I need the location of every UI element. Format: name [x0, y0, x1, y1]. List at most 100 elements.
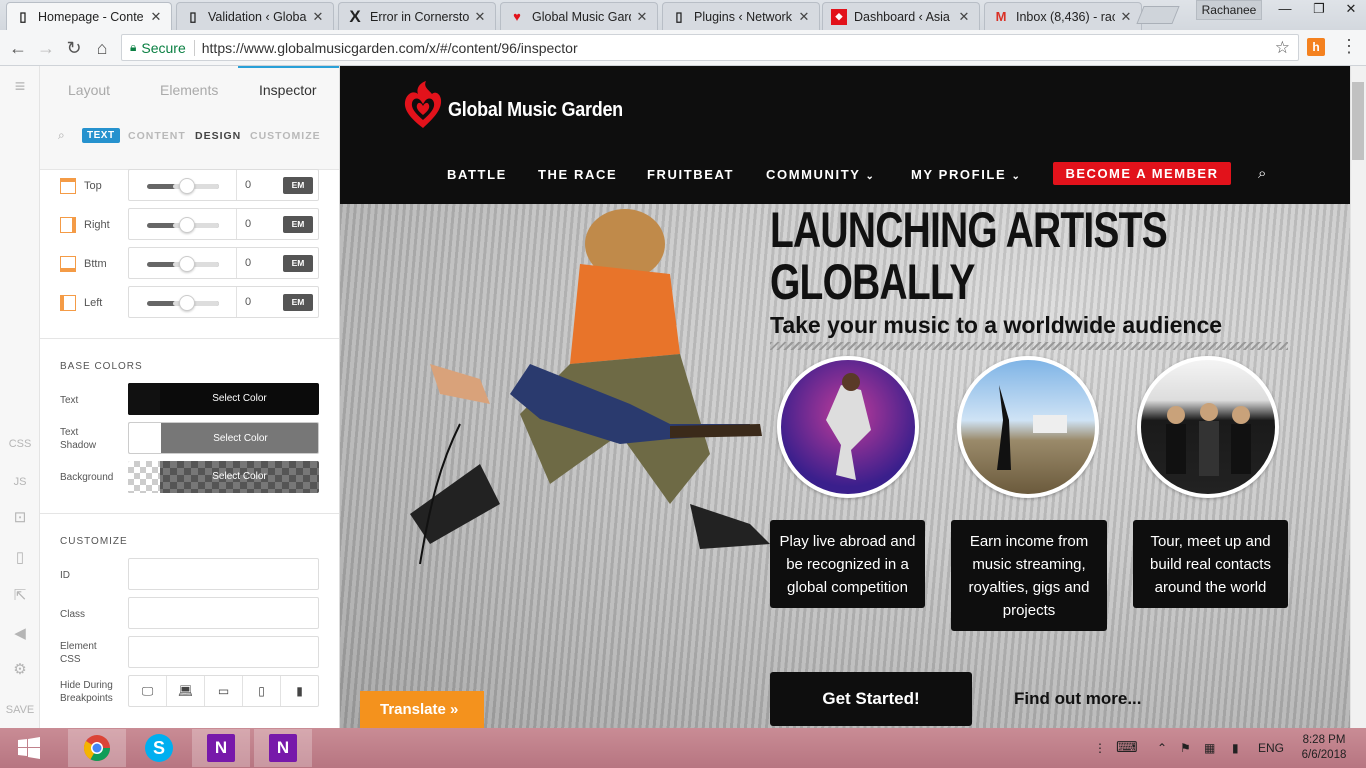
close-icon[interactable]: ✕ — [311, 9, 325, 25]
unit-button[interactable]: EM — [283, 294, 313, 311]
subtab-text[interactable]: TEXT — [82, 128, 120, 143]
browser-tab-error[interactable]: X Error in Cornerston ✕ — [338, 2, 496, 30]
browser-tab-dashboard[interactable]: ◆ Dashboard ‹ Asia Fi ✕ — [822, 2, 980, 30]
page-scrollbar[interactable] — [1350, 66, 1366, 728]
margin-bottom-input[interactable]: 0 — [245, 257, 251, 269]
tab-layout[interactable]: Layout — [68, 82, 110, 98]
new-tab-button[interactable] — [1136, 6, 1180, 24]
background-label: Background — [60, 472, 114, 483]
tablet-landscape-icon[interactable]: ▭ — [205, 676, 243, 706]
chevron-up-icon[interactable]: ⌃ — [1157, 741, 1167, 755]
bookmark-star-icon[interactable]: ☆ — [1275, 38, 1290, 58]
close-icon[interactable]: ✕ — [149, 9, 163, 25]
back-circle-icon[interactable]: ◀ — [8, 624, 32, 646]
forward-icon[interactable]: → — [34, 37, 58, 59]
more-menu-icon[interactable]: ⋮ — [1340, 36, 1358, 58]
margin-top-input[interactable]: 0 — [245, 179, 251, 191]
desktop-xl-icon[interactable]: 🖵 — [129, 676, 167, 706]
element-css-field[interactable] — [128, 636, 319, 668]
unit-button[interactable]: EM — [283, 216, 313, 233]
menu-my-profile[interactable]: MY PROFILE ⌄ — [911, 167, 1021, 182]
subtab-customize[interactable]: CUSTOMIZE — [250, 130, 321, 142]
show-hidden-icons[interactable]: ⋮ — [1094, 741, 1106, 755]
class-field[interactable] — [128, 597, 319, 629]
onenote-clipper-icon[interactable]: N — [254, 729, 312, 767]
flag-icon[interactable]: ⚑ — [1180, 741, 1191, 755]
unit-button[interactable]: EM — [283, 177, 313, 194]
device-icon[interactable]: ▯ — [8, 548, 32, 570]
language-indicator[interactable]: ENG — [1258, 741, 1284, 755]
skype-icon[interactable]: S — [130, 729, 188, 767]
browser-tab-validation[interactable]: ▯ Validation ‹ Global ✕ — [176, 2, 334, 30]
scrollbar-thumb[interactable] — [1352, 82, 1364, 160]
taskbar-clock[interactable]: 8:28 PM 6/6/2018 — [1294, 733, 1354, 763]
home-icon[interactable]: ⌂ — [90, 37, 114, 59]
find-out-more-link[interactable]: Find out more... — [1014, 689, 1142, 709]
keyboard-icon[interactable]: ⌨ — [1116, 738, 1138, 756]
onenote-icon[interactable]: N — [192, 729, 250, 767]
headline-line-1: LAUNCHING ARTISTS — [770, 202, 1168, 258]
close-icon[interactable]: ✕ — [1119, 9, 1133, 25]
chrome-icon[interactable] — [68, 729, 126, 767]
background-color-picker[interactable]: Select Color — [128, 461, 319, 493]
subtab-content[interactable]: CONTENT — [128, 130, 186, 142]
margin-row-bottom: Bttm 0 EM — [60, 247, 320, 281]
profile-name[interactable]: Rachanee — [1196, 0, 1262, 20]
network-icon[interactable]: ▦ — [1204, 741, 1215, 755]
menu-fruitbeat[interactable]: FRUITBEAT — [647, 167, 734, 182]
get-started-button[interactable]: Get Started! — [770, 672, 972, 726]
search-icon[interactable]: ⌕ — [1258, 165, 1266, 182]
id-field[interactable] — [128, 558, 319, 590]
gear-icon[interactable]: ⚙ — [8, 660, 32, 682]
hamburger-icon[interactable]: ≡ — [8, 76, 32, 98]
close-icon[interactable]: ✕ — [797, 9, 811, 25]
save-button[interactable]: SAVE — [0, 704, 40, 716]
menu-the-race[interactable]: THE RACE — [538, 167, 617, 182]
css-button[interactable]: CSS — [0, 438, 40, 450]
tab-inspector[interactable]: Inspector — [259, 82, 317, 98]
js-button[interactable]: JS — [0, 476, 40, 488]
search-icon[interactable]: ⌕ — [58, 128, 65, 143]
slider-handle[interactable] — [179, 256, 195, 272]
browser-tab-plugins[interactable]: ▯ Plugins ‹ Network A ✕ — [662, 2, 820, 30]
margin-right-input[interactable]: 0 — [245, 218, 251, 230]
unit-button[interactable]: EM — [283, 255, 313, 272]
margin-left-input[interactable]: 0 — [245, 296, 251, 308]
close-icon[interactable]: ✕ — [473, 9, 487, 25]
close-icon[interactable]: ✕ — [957, 9, 971, 25]
subtab-design[interactable]: DESIGN — [195, 130, 241, 142]
close-icon[interactable]: ✕ — [635, 9, 649, 25]
tab-elements[interactable]: Elements — [160, 82, 218, 98]
text-color-picker[interactable]: Select Color — [128, 383, 319, 415]
back-icon[interactable]: ← — [6, 37, 30, 59]
phone-icon[interactable]: ▮ — [281, 676, 318, 706]
address-bar[interactable]: 🔒︎ Secure https://www.globalmusicgarden.… — [121, 34, 1299, 61]
browser-tab-gmg[interactable]: ♥Global Music Garde✕ — [500, 2, 658, 30]
laptop-icon[interactable]: 💻︎ — [167, 676, 205, 706]
translate-button[interactable]: Translate » — [360, 691, 484, 728]
menu-battle[interactable]: BATTLE — [447, 167, 507, 182]
browser-tab-homepage[interactable]: ▯ Homepage - Conte ✕ — [6, 2, 172, 30]
battery-icon[interactable]: ▮ — [1232, 741, 1239, 755]
margin-top-control: 0 EM — [128, 169, 319, 201]
slider-handle[interactable] — [179, 178, 195, 194]
slider-handle[interactable] — [179, 217, 195, 233]
menu-community[interactable]: COMMUNITY ⌄ — [766, 167, 876, 182]
browser-tab-inbox[interactable]: M Inbox (8,436) - rach ✕ — [984, 2, 1142, 30]
minimize-icon[interactable]: — — [1268, 0, 1302, 20]
become-member-button[interactable]: BECOME A MEMBER — [1053, 162, 1231, 185]
reload-icon[interactable]: ↻ — [62, 37, 86, 59]
text-shadow-color-picker[interactable]: Select Color — [128, 422, 319, 454]
customize-heading: CUSTOMIZE — [60, 536, 128, 547]
external-link-icon[interactable]: ⇱ — [8, 586, 32, 608]
extension-icon[interactable]: h — [1307, 38, 1325, 56]
slider-handle[interactable] — [179, 295, 195, 311]
media-icon[interactable]: ⊡ — [8, 508, 32, 530]
maximize-icon[interactable]: ❐ — [1302, 0, 1336, 20]
site-logo-text[interactable]: Global Music Garden — [448, 99, 623, 122]
margin-right-control: 0 EM — [128, 208, 319, 240]
tablet-icon[interactable]: ▯ — [243, 676, 281, 706]
windows-start-icon[interactable] — [0, 729, 58, 767]
window-close-icon[interactable]: ✕ — [1334, 0, 1366, 20]
flame-heart-logo-icon[interactable] — [402, 80, 444, 130]
